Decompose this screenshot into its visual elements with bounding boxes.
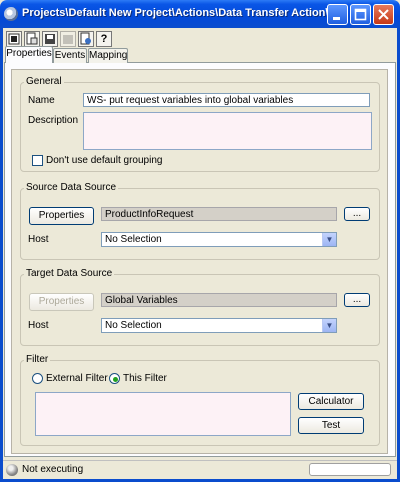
save-icon xyxy=(45,34,55,44)
save-tool-button[interactable] xyxy=(42,31,58,47)
target-host-value: No Selection xyxy=(105,320,162,331)
status-progress-box xyxy=(309,463,391,476)
target-legend: Target Data Source xyxy=(24,268,115,280)
tab-events[interactable]: Events xyxy=(53,48,87,63)
filter-expression-field[interactable] xyxy=(35,392,291,436)
properties-tool-button[interactable] xyxy=(6,31,22,47)
run-icon xyxy=(80,32,91,45)
general-legend: General xyxy=(24,76,64,88)
maximize-icon xyxy=(354,8,367,21)
help-tool-button[interactable]: ? xyxy=(96,31,112,47)
external-filter-label: External Filter xyxy=(46,373,108,384)
source-browse-button[interactable]: ... xyxy=(344,207,370,221)
properties-icon xyxy=(8,33,20,45)
source-properties-button[interactable]: Properties xyxy=(29,207,94,225)
app-icon[interactable] xyxy=(4,7,18,21)
target-host-label: Host xyxy=(28,320,49,331)
help-icon: ? xyxy=(100,33,108,45)
this-filter-label: This Filter xyxy=(123,373,167,384)
source-legend: Source Data Source xyxy=(24,182,119,194)
calculator-button[interactable]: Calculator xyxy=(298,393,364,410)
chevron-down-icon[interactable]: ▼ xyxy=(322,233,336,246)
target-browse-button[interactable]: ... xyxy=(344,293,370,307)
new-doc-icon xyxy=(26,32,38,45)
description-label: Description xyxy=(28,115,79,126)
default-grouping-label: Don't use default grouping xyxy=(46,155,163,166)
source-host-value: No Selection xyxy=(105,234,162,245)
new-doc-tool-button[interactable] xyxy=(24,31,40,47)
target-properties-button[interactable]: Properties xyxy=(29,293,94,311)
external-filter-radio[interactable] xyxy=(32,373,43,384)
source-host-select[interactable]: No Selection ▼ xyxy=(101,232,337,247)
name-label: Name xyxy=(28,95,55,106)
chevron-down-icon[interactable]: ▼ xyxy=(322,319,336,332)
delete-icon xyxy=(63,35,73,44)
radio-selected-dot xyxy=(113,377,118,382)
status-text: Not executing xyxy=(22,464,84,475)
filter-legend: Filter xyxy=(24,354,51,366)
delete-tool-button[interactable] xyxy=(60,31,76,47)
close-button[interactable] xyxy=(373,4,394,25)
target-data-field: Global Variables xyxy=(101,293,337,307)
minimize-button[interactable] xyxy=(327,4,348,25)
this-filter-radio[interactable] xyxy=(109,373,120,384)
target-host-select[interactable]: No Selection ▼ xyxy=(101,318,337,333)
default-grouping-checkbox[interactable] xyxy=(32,155,43,166)
source-data-field: ProductInfoRequest xyxy=(101,207,337,221)
close-icon xyxy=(378,9,389,20)
run-tool-button[interactable] xyxy=(78,31,94,47)
name-field[interactable]: WS- put request variables into global va… xyxy=(83,93,370,107)
description-field[interactable] xyxy=(83,112,372,150)
maximize-button[interactable] xyxy=(350,4,371,25)
tab-properties[interactable]: Properties xyxy=(5,46,53,63)
test-button[interactable]: Test xyxy=(298,417,364,434)
tab-mapping[interactable]: Mapping xyxy=(88,48,128,63)
status-indicator-icon xyxy=(6,464,18,476)
window-title: Projects\Default New Project\Actions\Dat… xyxy=(22,7,342,19)
minimize-icon xyxy=(333,17,340,20)
source-host-label: Host xyxy=(28,234,49,245)
